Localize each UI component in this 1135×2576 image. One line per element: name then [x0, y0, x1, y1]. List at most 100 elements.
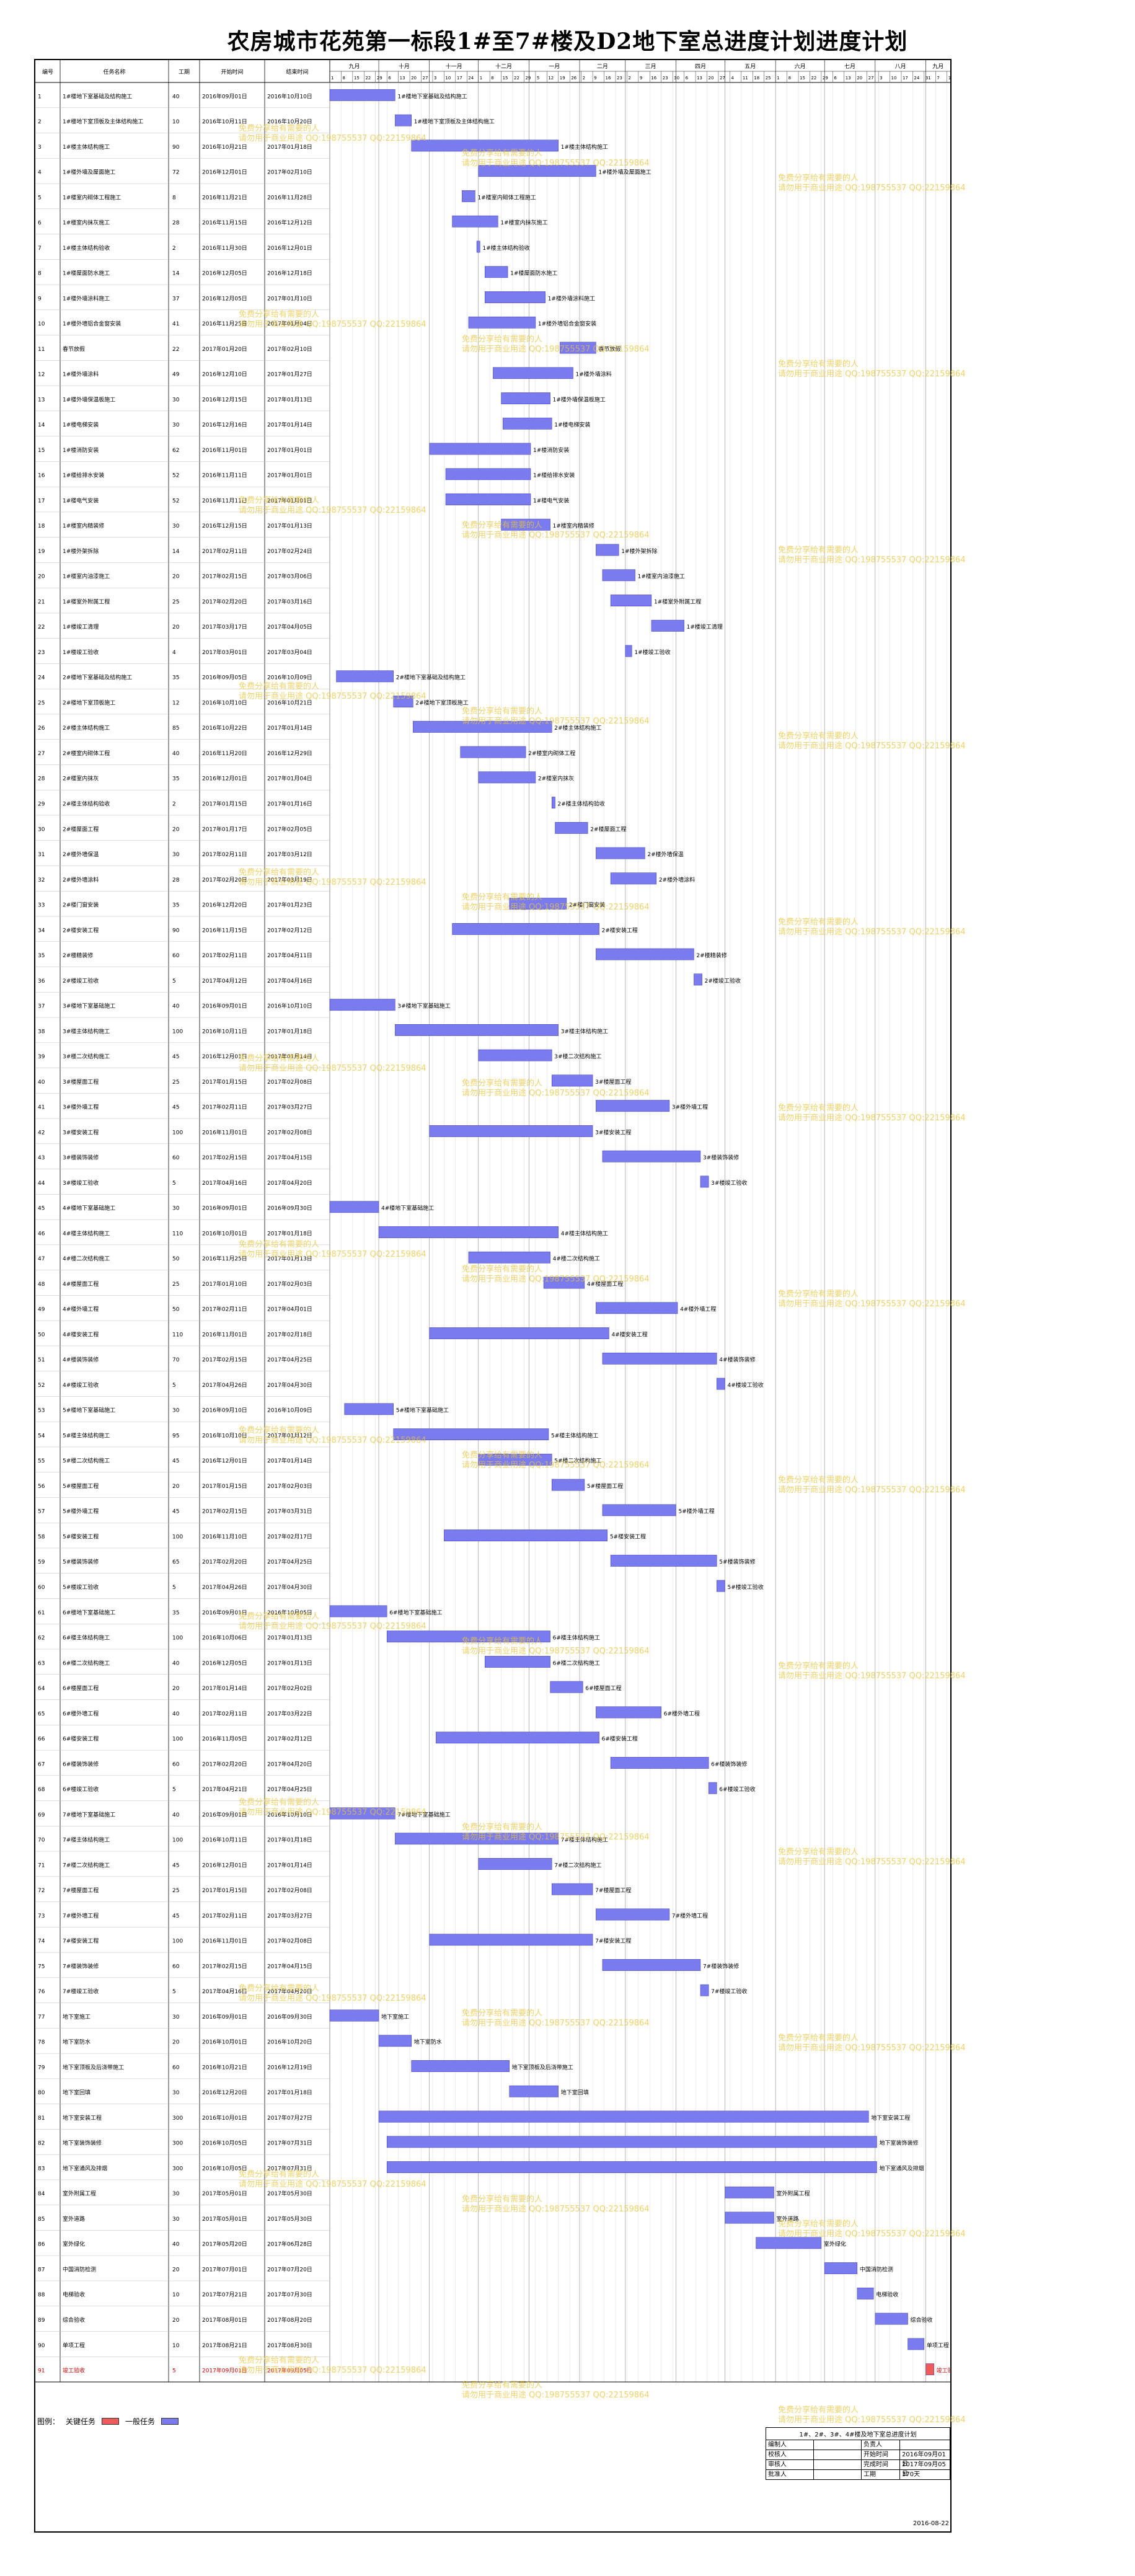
- task-id: 89: [38, 2317, 45, 2324]
- week-tick-label: 30: [674, 76, 679, 81]
- task-duration: 90: [172, 144, 180, 151]
- week-tick-label: 12: [548, 76, 554, 81]
- task-bar-label: 6#楼竣工验收: [719, 1786, 755, 1793]
- task-duration: 5: [172, 978, 176, 985]
- task-bar: [596, 948, 694, 960]
- task-id: 23: [38, 650, 45, 656]
- legend-normal-label: 一般任务: [125, 2417, 156, 2426]
- task-bar: [413, 720, 552, 733]
- task-start: 2016年10月10日: [202, 699, 247, 706]
- info-key: 工期: [862, 2470, 900, 2479]
- info-row: 校核人 开始时间 2016年09月01日: [766, 2450, 950, 2468]
- legend-label: 图例：: [37, 2417, 60, 2426]
- task-duration: 52: [172, 498, 179, 504]
- task-duration: 30: [172, 852, 180, 858]
- task-bar-label: 3#楼安装工程: [595, 1128, 631, 1136]
- week-tick-label: 22: [365, 76, 371, 81]
- month-label: 五月: [744, 63, 756, 70]
- week-tick-label: 6: [834, 76, 837, 81]
- task-duration: 5: [172, 1585, 176, 1591]
- info-key: 编制人: [766, 2440, 814, 2450]
- task-bar-label: 1#楼屋面防水施工: [510, 270, 557, 277]
- task-finish: 2017年02月12日: [267, 1735, 312, 1743]
- task-bar-label: 7#楼装饰装修: [703, 1962, 739, 1970]
- task-finish: 2017年05月30日: [267, 2215, 312, 2223]
- task-id: 13: [38, 397, 45, 403]
- task-start: 2017年09月01日: [202, 2367, 247, 2375]
- task-id: 36: [38, 978, 45, 985]
- task-start: 2017年02月15日: [202, 573, 247, 580]
- task-bar: [596, 1908, 670, 1921]
- task-bar-label: 7#楼安装工程: [595, 1937, 631, 1945]
- task-id: 18: [38, 523, 45, 529]
- task-finish: 2017年09月05日: [267, 2367, 312, 2375]
- task-bar: [478, 771, 536, 784]
- task-duration: 2: [172, 246, 176, 252]
- task-bar-label: 2#楼室内抹灰: [538, 775, 574, 782]
- task-name: 1#楼外墙涂料: [63, 371, 99, 378]
- task-bar-label: 7#楼地下室基础施工: [397, 1811, 450, 1818]
- task-start: 2017年07月01日: [202, 2265, 247, 2273]
- task-start: 2016年12月01日: [202, 1861, 247, 1869]
- task-start: 2016年11月05日: [202, 1735, 247, 1743]
- task-id: 26: [38, 725, 45, 732]
- task-name: 7#楼安装工程: [63, 1937, 99, 1945]
- task-id: 12: [38, 372, 45, 378]
- task-bar: [717, 1580, 725, 1592]
- task-start: 2017年01月15日: [202, 1482, 247, 1490]
- column-header: 工期: [179, 69, 190, 76]
- task-id: 14: [38, 422, 45, 428]
- task-name: 3#楼地下室基础施工: [63, 1003, 115, 1010]
- task-duration: 60: [172, 953, 180, 959]
- week-tick-label: 31: [925, 76, 931, 81]
- task-finish: 2016年09月30日: [267, 2013, 312, 2021]
- month-label: 十一月: [446, 63, 462, 70]
- week-tick-label: 15: [354, 76, 360, 81]
- task-start: 2017年02月15日: [202, 1962, 247, 1970]
- task-id: 11: [38, 347, 45, 353]
- task-bar: [552, 1074, 593, 1087]
- task-name: 1#楼外墙及屋面施工: [63, 169, 115, 176]
- week-tick-label: 3: [880, 76, 882, 81]
- week-tick-label: 15: [800, 76, 805, 81]
- task-duration: 25: [172, 1281, 179, 1288]
- task-bar-label: 竣工验收: [937, 2367, 950, 2375]
- task-start: 2017年01月15日: [202, 800, 247, 808]
- task-start: 2016年11月15日: [202, 219, 247, 226]
- task-name: 室外绿化: [63, 2241, 85, 2248]
- task-duration: 30: [172, 1408, 180, 1414]
- task-bar-label: 3#楼外墙工程: [672, 1104, 708, 1111]
- task-id: 59: [38, 1559, 45, 1565]
- task-start: 2016年09月01日: [202, 1609, 247, 1616]
- week-tick-label: 6: [686, 76, 689, 81]
- info-value: [814, 2440, 862, 2450]
- task-finish: 2016年10月09日: [267, 1407, 312, 1414]
- task-name: 2#楼屋面工程: [63, 825, 99, 833]
- task-id: 74: [38, 1939, 45, 1945]
- task-bar: [610, 1554, 717, 1567]
- task-start: 2017年08月01日: [202, 2316, 247, 2324]
- task-bar-label: 7#楼外墙工程: [672, 1912, 708, 1919]
- task-start: 2017年05月01日: [202, 2190, 247, 2197]
- task-duration: 90: [172, 927, 180, 934]
- task-bar: [717, 1378, 725, 1390]
- task-duration: 37: [172, 296, 179, 302]
- task-bar-label: 4#楼外墙工程: [680, 1306, 716, 1313]
- task-finish: 2017年02月12日: [267, 926, 312, 934]
- task-start: 2017年02月20日: [202, 1760, 247, 1768]
- task-id: 84: [38, 2191, 45, 2197]
- task-bar: [708, 1782, 717, 1794]
- task-start: 2016年12月01日: [202, 1053, 247, 1060]
- task-id: 5: [38, 195, 42, 201]
- task-id: 35: [38, 953, 45, 959]
- task-start: 2016年12月05日: [202, 270, 247, 277]
- task-bar: [445, 494, 531, 505]
- task-bar-label: 6#楼主体结构施工: [553, 1634, 600, 1642]
- column-header: 结束时间: [286, 68, 308, 76]
- task-name: 2#楼主体结构施工: [63, 724, 110, 732]
- task-start: 2017年02月15日: [202, 1154, 247, 1161]
- info-value: [814, 2450, 862, 2459]
- task-name: 地下室回填: [63, 2089, 91, 2096]
- task-duration: 45: [172, 1458, 179, 1464]
- task-start: 2017年04月21日: [202, 1786, 247, 1793]
